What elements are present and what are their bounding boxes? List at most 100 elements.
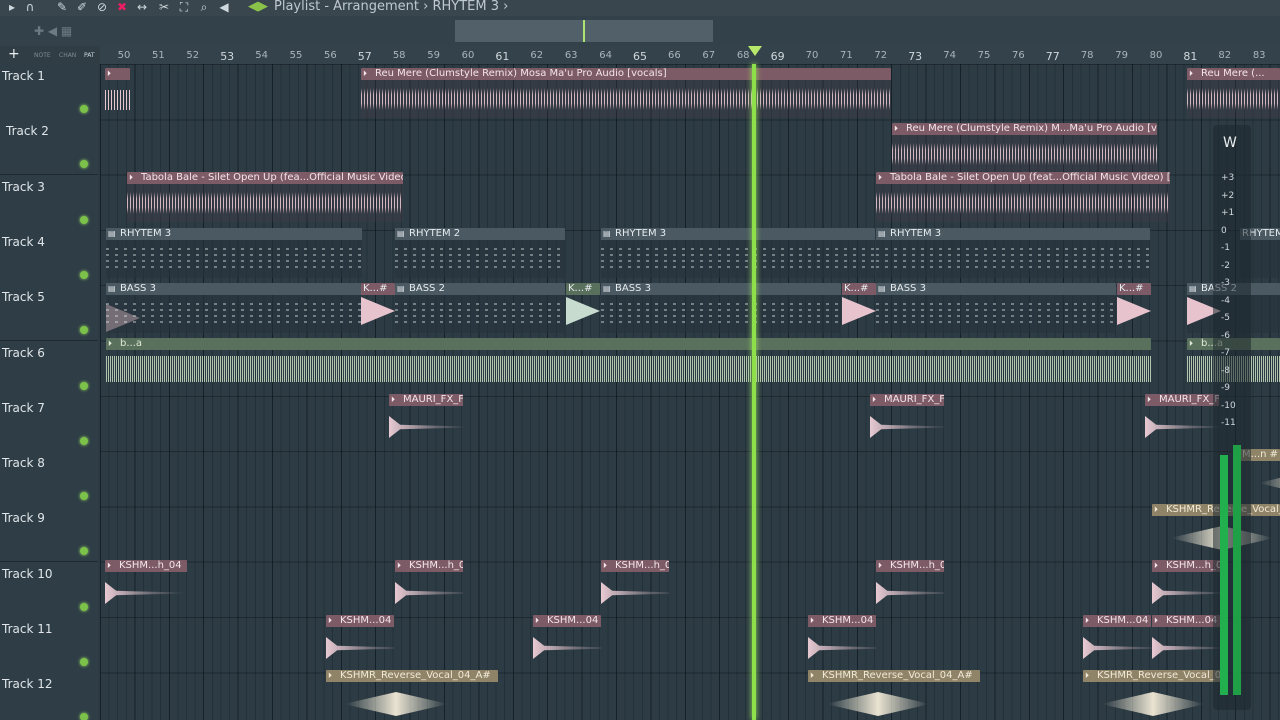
kick-clip[interactable]: K...# <box>842 283 876 333</box>
track-header[interactable]: Track 9 <box>0 506 98 563</box>
pattern-clip[interactable]: ▤BASS 2 <box>395 283 565 333</box>
pattern-clip[interactable]: ▤ BASS 3 <box>106 283 361 333</box>
ruler-bar-number: 60 <box>461 50 475 61</box>
track-header[interactable]: Track 3 <box>0 174 98 231</box>
track-enable-led-icon[interactable] <box>80 105 88 113</box>
audio-clip[interactable]: ⏵ KSHMR_Reverse_Vocal_04_A# <box>808 670 980 720</box>
playlist-grid[interactable]: ⏵ ⏵ Reu Mere (Clumstyle Remix) Mosa Ma'u … <box>100 64 1280 720</box>
audio-clip[interactable]: ⏵ Reu Mere (... <box>1187 68 1280 118</box>
chan-label[interactable]: CHAN <box>59 52 76 59</box>
audio-clip[interactable]: ⏵ <box>105 68 130 118</box>
speaker-icon[interactable]: ◀ <box>216 0 232 14</box>
audio-clip[interactable]: ⏵ KSHMR_Reverse_Vocal_0 <box>1083 670 1223 720</box>
kick-clip[interactable]: K...# <box>1117 283 1151 333</box>
pattern-clip[interactable]: ▤ BASS 3 <box>601 283 841 333</box>
meter-scale-label: -6 <box>1221 330 1230 341</box>
clip-label: ⏵KSHM...h_04 <box>1152 560 1220 572</box>
meter-scale-label: +3 <box>1221 173 1235 183</box>
track-header[interactable]: Track 1 <box>0 64 98 120</box>
pattern-clip[interactable]: ▤ RHYTEM 2 <box>395 228 565 278</box>
pattern-clip[interactable]: ▤ BASS 3 <box>876 283 1116 333</box>
track-enable-led-icon[interactable] <box>80 602 88 611</box>
kick-clip[interactable]: K...# <box>566 283 600 333</box>
ruler-bar-number: 73 <box>908 50 923 63</box>
audio-clip[interactable]: ⏵KSHM...04 #2 <box>1083 615 1151 665</box>
track-header[interactable]: Track 2 <box>0 119 98 176</box>
track-header[interactable]: Track 5 <box>0 285 98 342</box>
clip-label: ⏵KSHM...h_04 <box>395 560 463 572</box>
kick-clip[interactable]: K...# <box>361 283 395 333</box>
pattern-clip[interactable]: ▤ RHYTEM 3 <box>876 228 1150 278</box>
mute-icon[interactable]: ✖ <box>114 0 130 14</box>
playlist-title[interactable]: ◀▶ Playlist - Arrangement › RHYTEM 3 › <box>248 0 508 14</box>
ruler-bar-number: 72 <box>874 50 888 61</box>
track-enable-led-icon[interactable] <box>80 326 88 335</box>
track-header[interactable]: Track 6 <box>0 340 98 397</box>
track-header[interactable]: Track 12 <box>0 672 98 720</box>
pattern-clip[interactable]: ▤ RHYTEM 3 <box>601 228 875 278</box>
magnet-icon[interactable]: ∩ <box>22 0 38 14</box>
track-header[interactable]: Track 7 <box>0 395 98 452</box>
clip-label: K...# <box>1117 283 1151 295</box>
audio-clip[interactable]: ⏵ KSHMR_Reverse_Vocal_04_A# <box>326 670 498 720</box>
slice-icon[interactable]: ✂ <box>156 0 172 14</box>
audio-clip[interactable]: ⏵KSHM...h_04 <box>1152 560 1220 610</box>
track-enable-led-icon[interactable] <box>80 658 88 666</box>
audio-clip[interactable]: ⏵ Tabola Bale - Silet Open Up (fea...Offi… <box>127 172 403 222</box>
slip-icon[interactable]: ↔ <box>134 0 150 14</box>
playlist-play-icon[interactable]: ◀▶ <box>248 0 268 14</box>
delete-icon[interactable]: ⊘ <box>94 0 110 14</box>
snap-icons[interactable]: ✚ ◀ ▦ <box>34 24 100 38</box>
audio-clip[interactable]: ⏵MAURI_FX_F# <box>389 394 463 444</box>
audio-clip[interactable]: ⏵KSHM...04 #2 <box>1152 615 1220 665</box>
audio-clip[interactable]: ⏵ Tabola Bale - Silet Open Up (feat...Off… <box>876 172 1170 222</box>
track-header[interactable]: Track 4 <box>0 229 98 286</box>
add-track-button[interactable]: + <box>8 46 20 62</box>
track-enable-led-icon[interactable] <box>80 713 88 720</box>
ruler-bar-number: 59 <box>427 50 440 61</box>
meter-scale-label: 0 <box>1221 225 1227 236</box>
ruler-bar-number: 58 <box>392 50 406 61</box>
track-name: Track 6 <box>2 345 45 360</box>
track-enable-led-icon[interactable] <box>80 270 88 279</box>
track-enable-led-icon[interactable] <box>80 381 88 390</box>
paint-icon[interactable]: ✐ <box>74 0 90 14</box>
audio-clip[interactable]: ⏵KSHM...04 #2 <box>808 615 876 665</box>
audio-clip[interactable]: ⏵KSHM...h_04 <box>601 560 669 610</box>
current-pattern[interactable]: RHYTEM 3 <box>432 0 499 14</box>
play-icon[interactable]: ▸ <box>4 0 20 14</box>
audio-clip[interactable]: ⏵KSHM...h_04 <box>105 560 187 610</box>
note-label[interactable]: NOTE <box>34 52 51 59</box>
track-enable-led-icon[interactable] <box>80 215 88 224</box>
audio-clip[interactable]: ⏵KSHM...h_04 <box>876 560 944 610</box>
arrangement-overview[interactable]: ✚ ◀ ▦ <box>0 16 1280 46</box>
audio-clip[interactable]: ⏵ b...a <box>106 338 1151 390</box>
track-header[interactable]: Track 11 <box>0 617 98 673</box>
audio-clip[interactable]: ⏵KSHM...04 #2 <box>533 615 601 665</box>
audio-clip[interactable]: ⏵ Reu Mere (Clumstyle Remix) M...Ma'u Pro… <box>892 123 1157 173</box>
track-headers: Track 1 Track 2 Track 3 Track 4 Track 5 Track… <box>0 64 100 720</box>
audio-clip[interactable]: ⏵KSHM...h_04 <box>395 560 463 610</box>
track-header[interactable]: Track 10 <box>0 561 98 618</box>
track-enable-led-icon[interactable] <box>80 492 88 501</box>
select-icon[interactable]: ⛶ <box>176 0 192 14</box>
pat-label[interactable]: PAT <box>84 52 95 59</box>
zoom-icon[interactable]: ⌕ <box>196 0 212 14</box>
audio-clip[interactable]: ⏵MAURI_FX_F# <box>1145 394 1219 444</box>
audio-clip[interactable]: ⏵MAURI_FX_F# <box>870 394 944 444</box>
pencil-icon[interactable]: ✎ <box>54 0 70 14</box>
meter-scale-label: -8 <box>1221 365 1230 376</box>
track-enable-led-icon[interactable] <box>80 436 88 445</box>
pattern-clip[interactable]: ▤ RHYTEM 3 <box>106 228 362 278</box>
playhead[interactable] <box>752 64 756 720</box>
toolbar: ▸ ∩ ✎ ✐ ⊘ ✖ ↔ ✂ ⛶ ⌕ ◀ ◀▶ Playlist - Arran… <box>0 0 1280 17</box>
audio-clip[interactable]: ⏵ Reu Mere (Clumstyle Remix) Mosa Ma'u Pr… <box>361 68 891 118</box>
clip-label: ⏵MAURI_FX_F# <box>389 394 463 406</box>
track-header[interactable]: Track 8 <box>0 451 98 508</box>
ruler-bar-number: 70 <box>805 50 819 61</box>
track-enable-led-icon[interactable] <box>80 547 88 556</box>
audio-clip[interactable]: ⏵KSHM...04 #2 <box>326 615 394 665</box>
timeline-ruler[interactable]: 50 51 52 53 54 55 56 57 58 59 60 61 62 63 64 65 66 67 68 69… <box>100 46 1280 65</box>
playhead-marker-icon[interactable] <box>748 46 762 56</box>
track-enable-led-icon[interactable] <box>80 160 88 169</box>
